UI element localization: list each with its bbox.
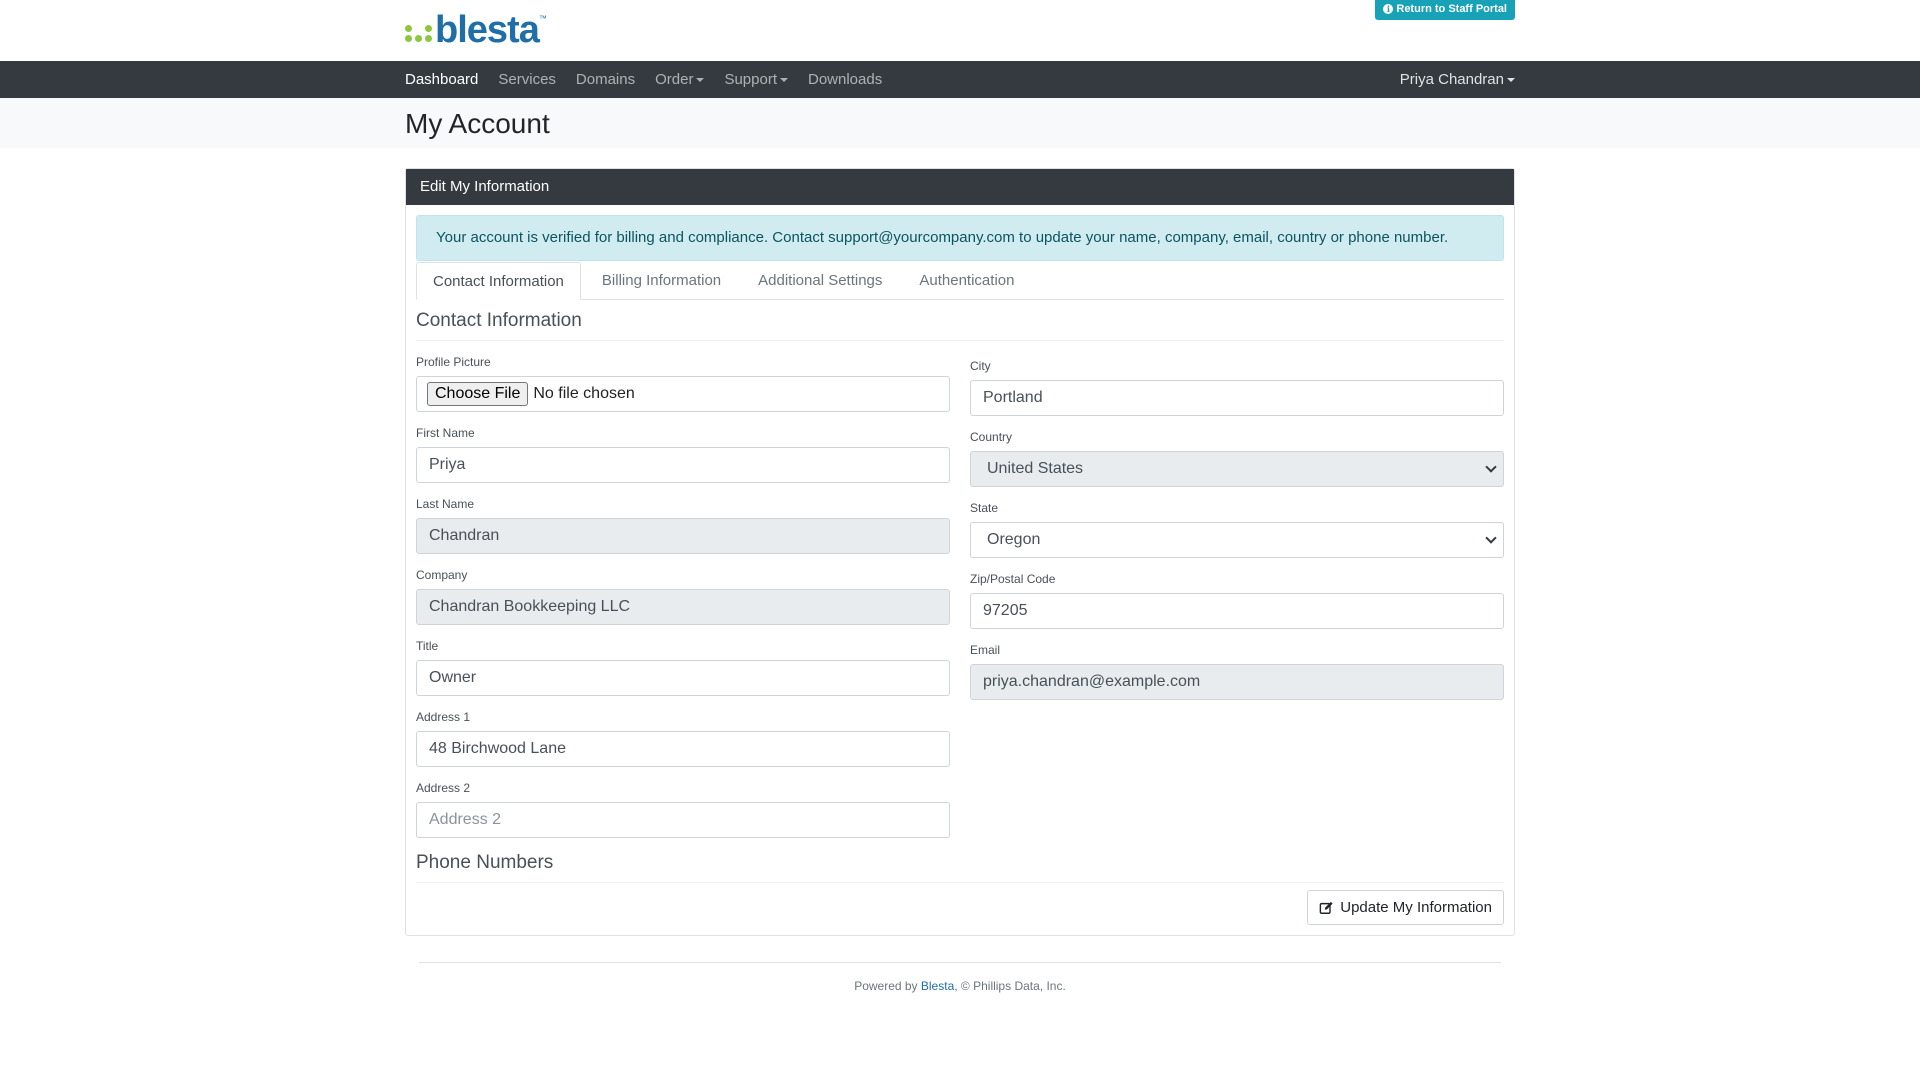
footer-prefix: Powered by [854, 979, 921, 993]
main-navbar: Dashboard Services Domains Order Support… [0, 61, 1920, 98]
footer-text: Powered by Blesta, © Phillips Data, Inc. [405, 979, 1515, 993]
email-label: Email [970, 643, 1001, 657]
footer: Powered by Blesta, © Phillips Data, Inc. [405, 962, 1515, 993]
title-band: My Account [0, 98, 1920, 148]
city-field[interactable]: Portland [970, 380, 1504, 416]
update-my-information-button[interactable]: Update My Information [1307, 890, 1504, 925]
file-status: No file chosen [533, 385, 635, 402]
nav-item-downloads[interactable]: Downloads [808, 71, 882, 88]
last-name-field: Chandran [416, 518, 950, 554]
address1-label: Address 1 [416, 710, 471, 724]
update-button-label: Update My Information [1340, 899, 1492, 916]
chevron-down-icon [1485, 461, 1497, 473]
nav-item-order[interactable]: Order [655, 71, 705, 88]
nav-item-dashboard[interactable]: Dashboard [405, 71, 478, 88]
choose-file-button[interactable]: Choose File [427, 382, 529, 406]
chevron-down-icon [1485, 532, 1497, 544]
tab-authentication[interactable]: Authentication [903, 262, 1030, 299]
state-select[interactable]: Oregon [970, 522, 1504, 558]
nav-item-domains[interactable]: Domains [576, 71, 635, 88]
info-circle-icon: i [1383, 4, 1394, 14]
nav-label: Support [724, 71, 777, 88]
address2-label: Address 2 [416, 781, 471, 795]
user-name: Priya Chandran [1399, 71, 1504, 88]
section-title-phone: Phone Numbers [416, 852, 1504, 883]
profile-picture-label: Profile Picture [416, 355, 491, 369]
profile-picture-input[interactable]: Choose File No file chosen [416, 376, 950, 412]
state-label: State [970, 501, 999, 515]
country-select: United States [970, 451, 1504, 487]
zip-field[interactable]: 97205 [970, 593, 1504, 629]
blesta-link[interactable]: Blesta [921, 979, 954, 993]
address2-field[interactable]: Address 2 [416, 802, 950, 838]
caret-down-icon [696, 77, 705, 82]
title-field[interactable]: Owner [416, 660, 950, 696]
zip-label: Zip/Postal Code [970, 572, 1056, 586]
return-to-staff-portal-button[interactable]: i Return to Staff Portal [1375, 0, 1515, 20]
logo-text: blesta [435, 9, 540, 51]
edit-icon [1319, 901, 1333, 914]
nav-item-services[interactable]: Services [498, 71, 556, 88]
tab-additional-settings[interactable]: Additional Settings [742, 262, 898, 299]
nav-label: Order [655, 71, 694, 88]
country-value: United States [987, 460, 1084, 477]
last-name-label: Last Name [416, 497, 475, 511]
title-label: Title [416, 639, 439, 653]
verification-alert: Your account is verified for billing and… [416, 215, 1504, 261]
caret-down-icon [1507, 77, 1515, 82]
footer-divider [419, 962, 1501, 963]
footer-suffix: , © Phillips Data, Inc. [954, 979, 1066, 993]
nav-label: Downloads [808, 71, 883, 88]
edit-info-card: Edit My Information Your account is veri… [405, 168, 1515, 936]
account-tabs: Contact Information Billing Information … [416, 262, 1504, 300]
country-label: Country [970, 430, 1013, 444]
nav-label: Dashboard [405, 71, 479, 88]
nav-item-support[interactable]: Support [724, 71, 788, 88]
blesta-logo[interactable]: blesta ™ [405, 9, 547, 51]
first-name-field[interactable]: Priya [416, 447, 950, 483]
state-value: Oregon [987, 531, 1041, 548]
section-title-contact: Contact Information [416, 310, 1504, 341]
tab-contact-information[interactable]: Contact Information [416, 262, 581, 300]
site-header: blesta ™ i Return to Staff Portal [0, 0, 1920, 61]
logo-trademark: ™ [538, 14, 547, 23]
staff-portal-label: Return to Staff Portal [1396, 3, 1507, 15]
nav-label: Services [498, 71, 556, 88]
email-field: priya.chandran@example.com [970, 664, 1504, 700]
caret-down-icon [780, 77, 788, 82]
logo-dots-icon [405, 24, 432, 42]
nav-label: Domains [575, 71, 636, 88]
card-header: Edit My Information [406, 169, 1514, 205]
company-field: Chandran Bookkeeping LLC [416, 589, 950, 625]
user-menu[interactable]: Priya Chandran [1400, 71, 1515, 88]
first-name-label: First Name [416, 426, 475, 440]
company-label: Company [416, 568, 468, 582]
tab-billing-information[interactable]: Billing Information [586, 262, 737, 299]
address1-field[interactable]: 48 Birchwood Lane [416, 731, 950, 767]
page-title: My Account [405, 108, 550, 139]
city-label: City [970, 359, 991, 373]
